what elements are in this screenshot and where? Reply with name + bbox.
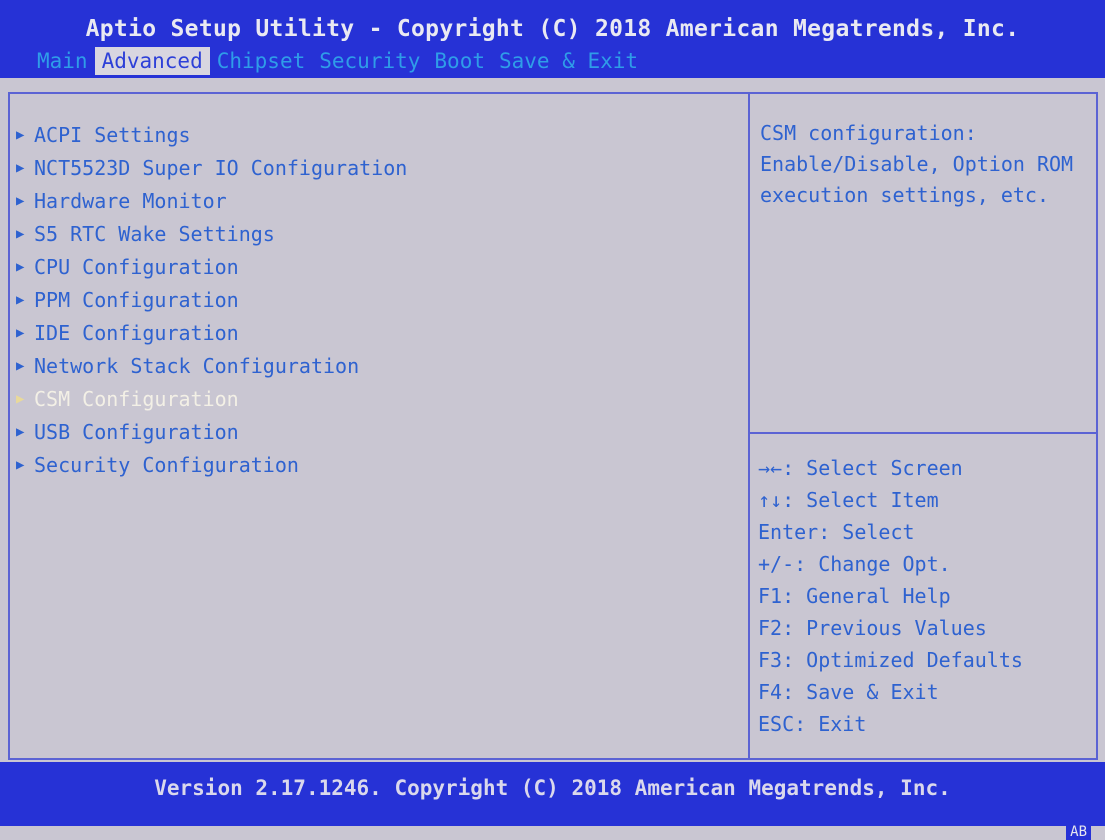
submenu-arrow-icon: ▶ (16, 324, 25, 341)
key-enter-select: Enter: Select (758, 520, 915, 544)
key-select-screen: →←: Select Screen (758, 456, 963, 480)
menu-item-label: CSM Configuration (34, 386, 239, 411)
tab-security[interactable]: Security (312, 47, 427, 75)
key-general-help: F1: General Help (758, 584, 951, 608)
submenu-arrow-icon: ▶ (16, 225, 25, 242)
help-description: CSM configuration: Enable/Disable, Optio… (760, 121, 1074, 207)
key-change-opt: +/-: Change Opt. (758, 552, 951, 576)
bios-screen: Aptio Setup Utility - Copyright (C) 2018… (0, 0, 1105, 840)
horizontal-divider (750, 432, 1096, 434)
tab-chipset[interactable]: Chipset (210, 47, 313, 75)
menu-item-label: IDE Configuration (34, 320, 239, 345)
menu-item-label: S5 RTC Wake Settings (34, 221, 275, 246)
menu-item-label: PPM Configuration (34, 287, 239, 312)
key-select-item: ↑↓: Select Item (758, 488, 939, 512)
submenu-arrow-icon: ▶ (16, 192, 25, 209)
menu-item-usb-configuration[interactable]: ▶ USB Configuration (16, 415, 407, 448)
menu-item-s5-rtc-wake[interactable]: ▶ S5 RTC Wake Settings (16, 217, 407, 250)
submenu-arrow-icon: ▶ (16, 126, 25, 143)
submenu-arrow-icon: ▶ (16, 423, 25, 440)
key-previous-values: F2: Previous Values (758, 616, 987, 640)
tab-bar: Main Advanced Chipset Security Boot Save… (30, 47, 645, 75)
menu-item-label: NCT5523D Super IO Configuration (34, 155, 408, 180)
submenu-arrow-icon: ▶ (16, 159, 25, 176)
menu-item-ide-configuration[interactable]: ▶ IDE Configuration (16, 316, 407, 349)
version-text: Version 2.17.1246. Copyright (C) 2018 Am… (154, 776, 951, 800)
menu-item-security-configuration[interactable]: ▶ Security Configuration (16, 448, 407, 481)
submenu-arrow-icon: ▶ (16, 357, 25, 374)
menu-item-label: Security Configuration (34, 452, 299, 477)
menu-item-network-stack[interactable]: ▶ Network Stack Configuration (16, 349, 407, 382)
menu-item-hardware-monitor[interactable]: ▶ Hardware Monitor (16, 184, 407, 217)
footer-bar: Version 2.17.1246. Copyright (C) 2018 Am… (0, 762, 1105, 826)
post-code-badge: AB (1066, 824, 1091, 840)
key-optimized-defaults: F3: Optimized Defaults (758, 648, 1023, 672)
menu-item-label: ACPI Settings (34, 122, 191, 147)
tab-advanced[interactable]: Advanced (94, 47, 210, 75)
key-save-exit: F4: Save & Exit (758, 680, 939, 704)
submenu-arrow-icon: ▶ (16, 258, 25, 275)
submenu-arrow-icon: ▶ (16, 291, 25, 308)
tab-boot[interactable]: Boot (427, 47, 492, 75)
menu-item-ppm-configuration[interactable]: ▶ PPM Configuration (16, 283, 407, 316)
menu-item-label: USB Configuration (34, 419, 239, 444)
help-panel: CSM configuration: Enable/Disable, Optio… (750, 94, 1096, 758)
key-legend: →←: Select Screen ↑↓: Select Item Enter:… (758, 452, 1023, 740)
menu-item-label: CPU Configuration (34, 254, 239, 279)
menu-item-super-io[interactable]: ▶ NCT5523D Super IO Configuration (16, 151, 407, 184)
main-frame: ▶ ACPI Settings ▶ NCT5523D Super IO Conf… (8, 92, 1098, 760)
submenu-arrow-icon: ▶ (16, 456, 25, 473)
menu-item-label: Network Stack Configuration (34, 353, 360, 378)
tab-main[interactable]: Main (30, 47, 95, 75)
menu-list: ▶ ACPI Settings ▶ NCT5523D Super IO Conf… (16, 118, 407, 481)
submenu-arrow-icon: ▶ (16, 390, 25, 407)
key-esc-exit: ESC: Exit (758, 712, 867, 736)
tab-save-exit[interactable]: Save & Exit (492, 47, 645, 75)
menu-item-csm-configuration[interactable]: ▶ CSM Configuration (16, 382, 407, 415)
menu-item-cpu-configuration[interactable]: ▶ CPU Configuration (16, 250, 407, 283)
title-bar: Aptio Setup Utility - Copyright (C) 2018… (0, 0, 1105, 78)
menu-item-label: Hardware Monitor (34, 188, 227, 213)
utility-title: Aptio Setup Utility - Copyright (C) 2018… (85, 16, 1020, 42)
menu-item-acpi-settings[interactable]: ▶ ACPI Settings (16, 118, 407, 151)
settings-panel: ▶ ACPI Settings ▶ NCT5523D Super IO Conf… (10, 94, 748, 758)
